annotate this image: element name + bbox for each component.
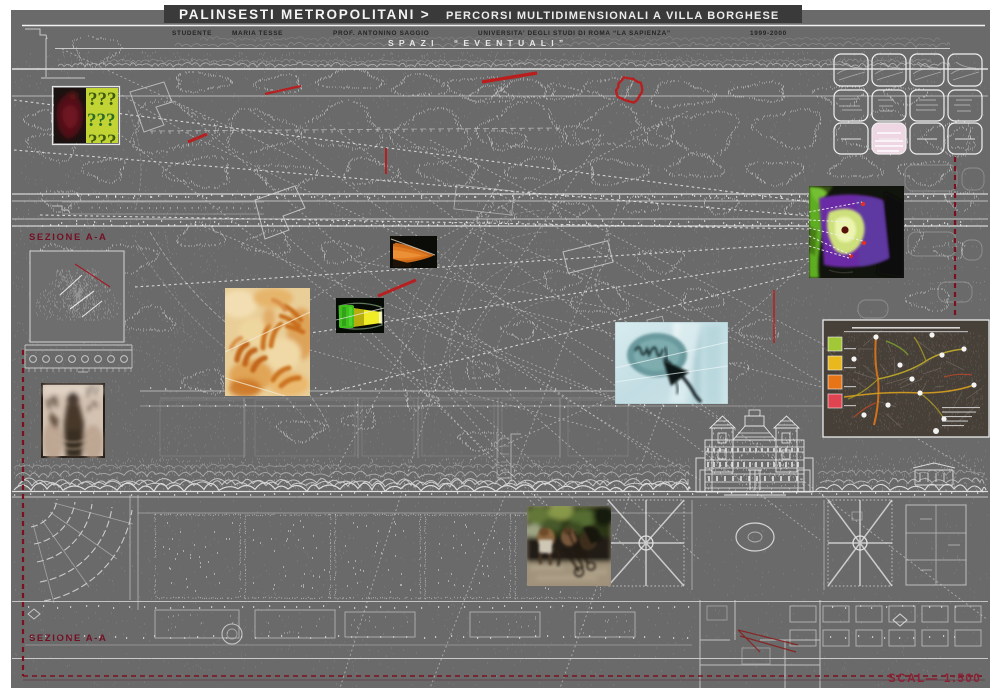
svg-text:PERCORSI MULTIDIMENSIONALI A V: PERCORSI MULTIDIMENSIONALI A VILLA BORGH…: [446, 10, 779, 22]
svg-text:STUDENTE: STUDENTE: [172, 30, 212, 37]
svg-text:???: ???: [87, 110, 116, 131]
svg-text:SEZIONE A-A: SEZIONE A-A: [29, 633, 107, 644]
svg-text:SCAL—: SCAL—: [888, 673, 939, 685]
svg-text:SEZIONE A-A: SEZIONE A-A: [29, 232, 107, 243]
svg-text:PROF. ANTONINO SAGGIO: PROF. ANTONINO SAGGIO: [333, 30, 429, 37]
svg-text:SPAZI “EVENTUALI”: SPAZI “EVENTUALI”: [388, 38, 568, 48]
svg-text:MARIA TESSE: MARIA TESSE: [232, 30, 283, 37]
svg-text:???: ???: [88, 89, 117, 110]
svg-text:PALINSESTI METROPOLITANI >: PALINSESTI METROPOLITANI >: [179, 7, 430, 22]
svg-text:UNIVERSITA’ DEGLI STUDI DI ROM: UNIVERSITA’ DEGLI STUDI DI ROMA “LA SAPI…: [478, 30, 671, 37]
svg-text:1:500: 1:500: [944, 673, 981, 685]
svg-text:1999-2000: 1999-2000: [750, 30, 787, 37]
